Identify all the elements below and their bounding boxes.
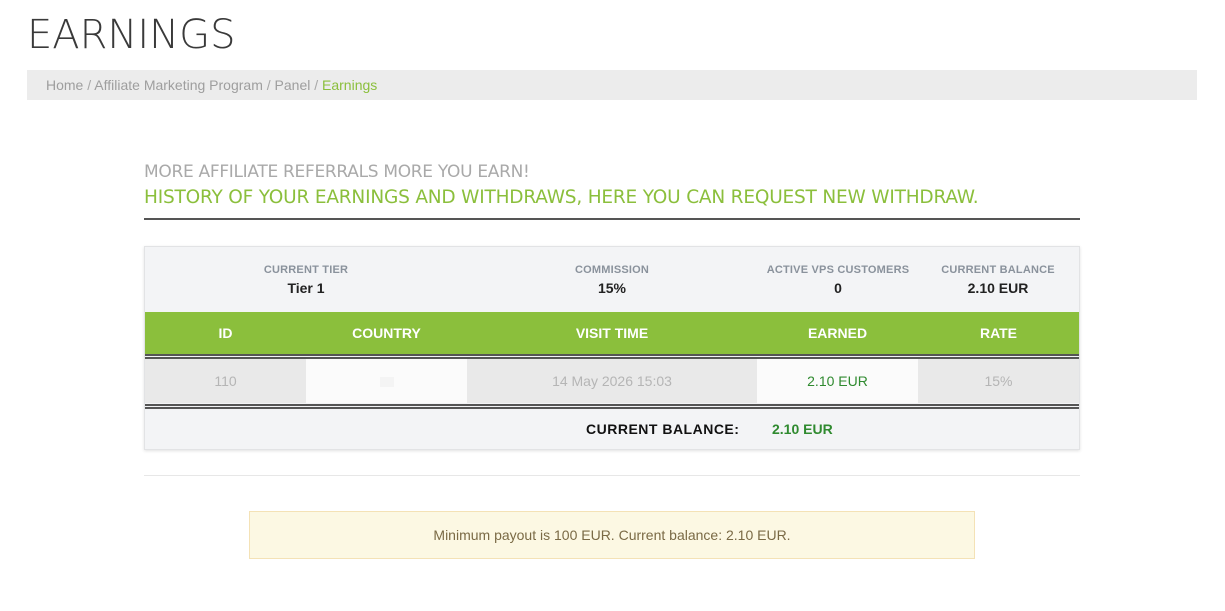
stat-label: COMMISSION: [574, 264, 650, 276]
page-title: EARNINGS: [27, 12, 236, 58]
stat-current-tier: CURRENT TIER Tier 1: [225, 263, 387, 299]
page: EARNINGS Home / Affiliate Marketing Prog…: [0, 0, 1225, 611]
intro: MORE AFFILIATE REFERRALS MORE YOU EARN! …: [144, 160, 1080, 212]
balance-label: CURRENT BALANCE:: [586, 421, 740, 437]
stat-label: CURRENT BALANCE: [941, 264, 1055, 276]
intro-divider: [144, 218, 1080, 220]
breadcrumb-affiliate-link[interactable]: Affiliate Marketing Program: [94, 77, 263, 93]
balance-row: CURRENT BALANCE: 2.10 EUR: [145, 409, 1079, 449]
cell-rate: 15%: [918, 359, 1079, 403]
column-header-visit-time[interactable]: VISIT TIME: [467, 312, 757, 354]
cell-earned: 2.10 EUR: [757, 359, 918, 403]
column-header-rate[interactable]: RATE: [918, 312, 1079, 354]
stat-value: 0: [834, 280, 842, 296]
section-divider: [144, 475, 1080, 476]
payout-alert: Minimum payout is 100 EUR. Current balan…: [249, 511, 975, 559]
earnings-panel: CURRENT TIER Tier 1 COMMISSION 15% ACTIV…: [144, 246, 1080, 450]
stat-value: 15%: [597, 280, 627, 296]
stat-value: 2.10 EUR: [967, 280, 1029, 296]
stat-value: Tier 1: [287, 280, 325, 296]
breadcrumb-separator: /: [266, 77, 275, 93]
table-row: 110 14 May 2026 15:03 2.10 EUR 15%: [145, 359, 1079, 403]
stats-bar: CURRENT TIER Tier 1 COMMISSION 15% ACTIV…: [145, 247, 1079, 311]
cell-id: 110: [145, 359, 306, 403]
breadcrumb-home-link[interactable]: Home: [46, 77, 83, 93]
breadcrumb-separator: /: [314, 77, 323, 93]
breadcrumb: Home / Affiliate Marketing Program / Pan…: [27, 70, 1197, 100]
cell-visit-time: 14 May 2026 15:03: [467, 359, 757, 403]
stat-commission: COMMISSION 15%: [531, 263, 693, 299]
column-header-country[interactable]: COUNTRY: [306, 312, 467, 354]
stat-active-vps-customers: ACTIVE VPS CUSTOMERS 0: [757, 263, 919, 299]
intro-headline: HISTORY OF YOUR EARNINGS AND WITHDRAWS, …: [144, 187, 979, 208]
column-header-id[interactable]: ID: [145, 312, 306, 354]
balance-value: 2.10 EUR: [772, 421, 833, 437]
breadcrumb-panel-link[interactable]: Panel: [275, 77, 311, 93]
stat-label: ACTIVE VPS CUSTOMERS: [766, 264, 910, 276]
stat-label: CURRENT TIER: [263, 264, 349, 276]
column-header-earned[interactable]: EARNED: [757, 312, 918, 354]
cell-country: [306, 359, 467, 403]
stat-current-balance: CURRENT BALANCE 2.10 EUR: [918, 263, 1078, 299]
breadcrumb-current: Earnings: [322, 77, 378, 93]
flag-icon: [379, 377, 394, 388]
intro-subtitle: MORE AFFILIATE REFERRALS MORE YOU EARN!: [144, 162, 530, 182]
table-header: ID COUNTRY VISIT TIME EARNED RATE: [145, 312, 1079, 354]
